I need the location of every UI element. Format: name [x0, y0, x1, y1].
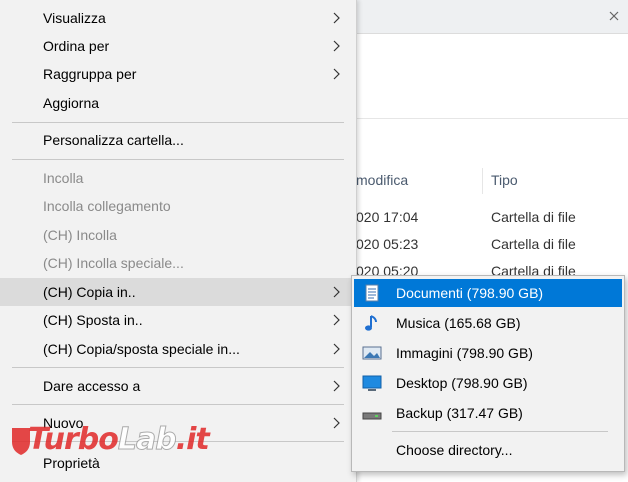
picture-icon: [362, 346, 382, 360]
chevron-right-icon: [333, 40, 340, 52]
menu-item-visualizza[interactable]: Visualizza: [0, 4, 356, 32]
submenu-item-label: Immagini (798.90 GB): [396, 345, 533, 361]
submenu-item-desktop[interactable]: Desktop (798.90 GB): [354, 369, 622, 397]
menu-item-incolla-collegamento: Incolla collegamento: [0, 192, 356, 220]
menu-item-label: Incolla: [43, 170, 84, 186]
column-header-type[interactable]: Tipo: [491, 172, 518, 188]
menu-separator: [12, 367, 344, 368]
menu-separator: [12, 404, 344, 405]
menu-item-raggruppa-per[interactable]: Raggruppa per: [0, 60, 356, 88]
chevron-right-icon: [333, 12, 340, 24]
file-row[interactable]: 020 05:23 Cartella di file: [356, 234, 628, 256]
close-icon[interactable]: [602, 0, 628, 33]
menu-item-label: Dare accesso a: [43, 378, 141, 394]
column-separator[interactable]: [482, 168, 483, 194]
submenu-item-label: Choose directory...: [396, 442, 513, 458]
chevron-right-icon: [333, 343, 340, 355]
menu-item-aggiorna[interactable]: Aggiorna: [0, 89, 356, 117]
menu-item-incolla: Incolla: [0, 164, 356, 192]
chevron-right-icon: [333, 380, 340, 392]
drive-icon: [362, 412, 382, 420]
chevron-right-icon: [333, 314, 340, 326]
menu-item-ch-copia-sposta-speciale[interactable]: (CH) Copia/sposta speciale in...: [0, 335, 356, 363]
chevron-right-icon: [333, 417, 340, 429]
menu-item-label: (CH) Copia/sposta speciale in...: [43, 341, 240, 357]
menu-item-label: Aggiorna: [43, 95, 100, 111]
menu-item-label: Personalizza cartella...: [43, 132, 184, 148]
submenu-item-label: Desktop (798.90 GB): [396, 375, 528, 391]
turbolab-watermark: TurboLab.it: [10, 420, 245, 465]
explorer-toolbar-strip: [356, 0, 628, 34]
menu-item-ch-copia-in[interactable]: (CH) Copia in..: [0, 278, 356, 306]
file-row-type: Cartella di file: [491, 236, 576, 252]
file-list-header: modifica Tipo: [356, 168, 628, 194]
menu-item-label: Ordina per: [43, 38, 110, 54]
column-header-modified[interactable]: modifica: [356, 172, 408, 188]
explorer-divider: [356, 118, 628, 119]
menu-item-label: (CH) Sposta in..: [43, 312, 143, 328]
menu-item-dare-accesso-a[interactable]: Dare accesso a: [0, 372, 356, 400]
menu-item-ordina-per[interactable]: Ordina per: [0, 32, 356, 60]
menu-separator: [12, 159, 344, 160]
submenu-separator: [392, 431, 608, 432]
submenu-item-musica[interactable]: Musica (165.68 GB): [354, 309, 622, 337]
submenu-item-label: Backup (317.47 GB): [396, 405, 523, 421]
submenu-item-label: Documenti (798.90 GB): [396, 285, 544, 301]
context-menu: Visualizza Ordina per Raggruppa per Aggi…: [0, 0, 357, 482]
menu-item-ch-incolla-speciale: (CH) Incolla speciale...: [0, 249, 356, 277]
menu-item-label: Raggruppa per: [43, 66, 137, 82]
file-row-type: Cartella di file: [491, 209, 576, 225]
submenu-item-choose-directory[interactable]: Choose directory...: [354, 436, 622, 464]
music-note-icon: [365, 315, 377, 331]
menu-item-ch-incolla: (CH) Incolla: [0, 221, 356, 249]
menu-item-label: Visualizza: [43, 10, 106, 26]
file-row-date: 020 05:23: [356, 236, 419, 252]
document-icon: [365, 284, 379, 302]
menu-item-label: (CH) Incolla: [43, 227, 117, 243]
menu-item-label: (CH) Copia in..: [43, 284, 136, 300]
chevron-right-icon: [333, 286, 340, 298]
file-row-date: 020 17:04: [356, 209, 419, 225]
desktop-icon: [362, 375, 382, 391]
submenu-item-documenti[interactable]: Documenti (798.90 GB): [354, 279, 622, 307]
submenu-item-immagini[interactable]: Immagini (798.90 GB): [354, 339, 622, 367]
menu-item-label: (CH) Incolla speciale...: [43, 255, 184, 271]
file-row[interactable]: 020 17:04 Cartella di file: [356, 207, 628, 229]
menu-item-personalizza-cartella[interactable]: Personalizza cartella...: [0, 126, 356, 154]
chevron-right-icon: [333, 68, 340, 80]
submenu-item-backup[interactable]: Backup (317.47 GB): [354, 399, 622, 427]
menu-item-ch-sposta-in[interactable]: (CH) Sposta in..: [0, 306, 356, 334]
menu-item-label: Incolla collegamento: [43, 198, 171, 214]
copy-to-submenu: Documenti (798.90 GB) Musica (165.68 GB)…: [351, 275, 625, 472]
submenu-item-label: Musica (165.68 GB): [396, 315, 521, 331]
watermark-text: TurboLab.it: [28, 422, 210, 458]
menu-separator: [12, 122, 344, 123]
